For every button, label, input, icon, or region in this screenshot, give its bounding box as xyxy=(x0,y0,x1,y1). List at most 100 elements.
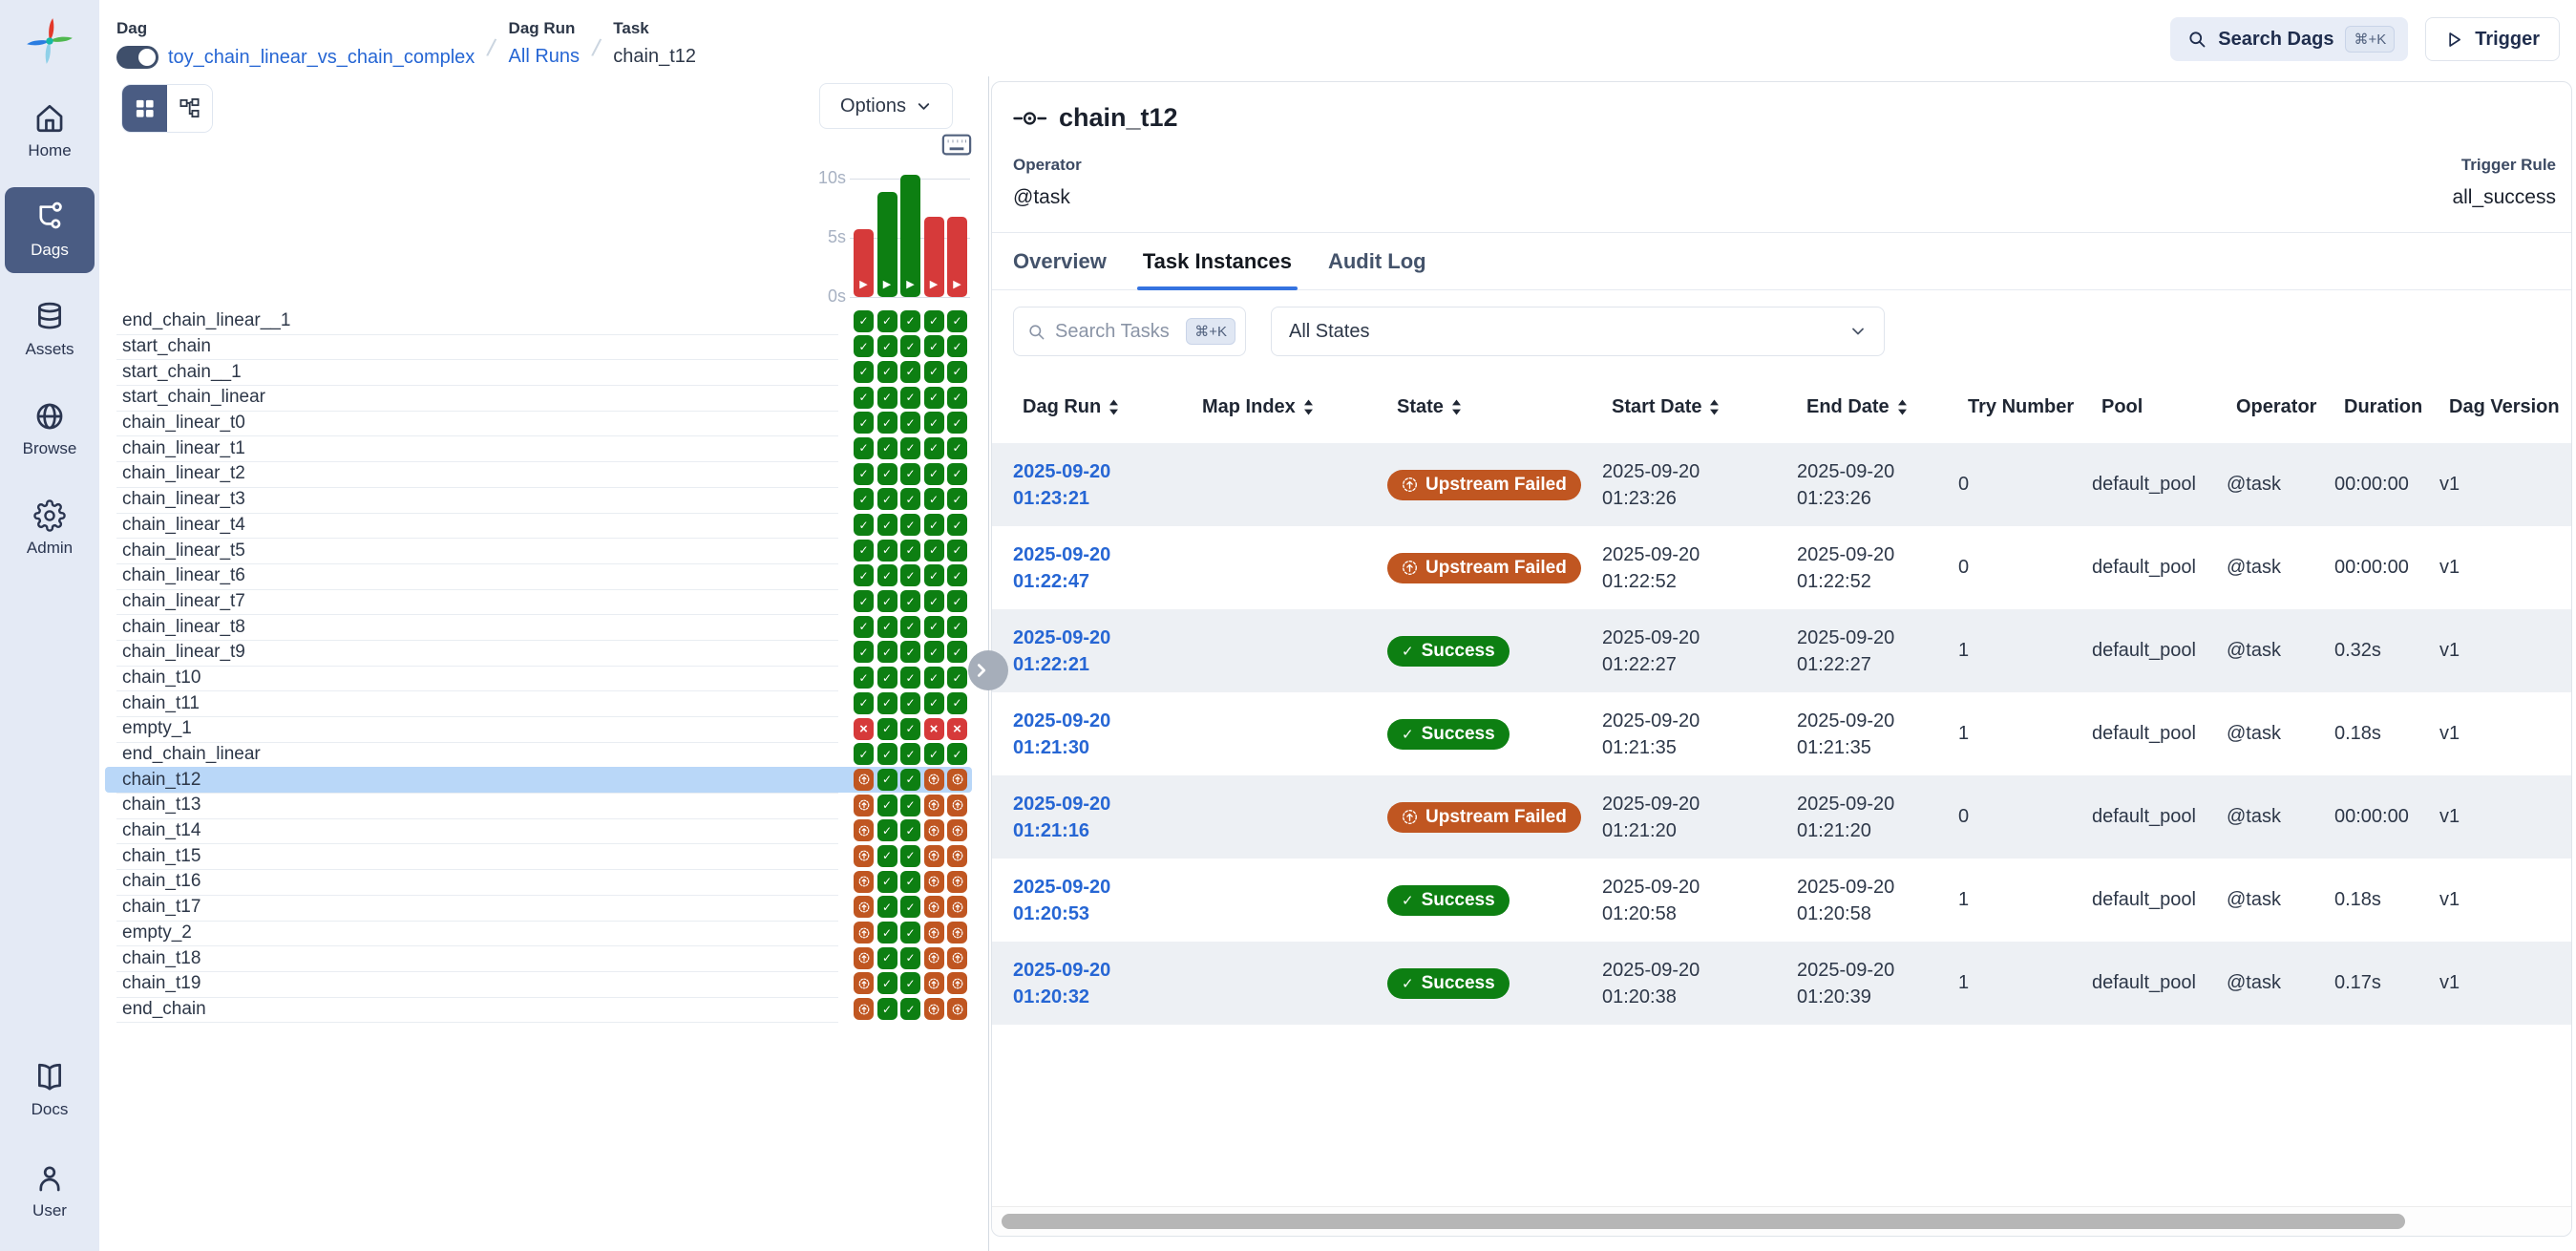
sidebar-item-docs[interactable]: Docs xyxy=(5,1047,95,1133)
task-instance-square[interactable]: ✓ xyxy=(877,540,897,562)
task-instance-square[interactable]: ✓ xyxy=(924,335,944,357)
task-row[interactable]: chain_linear_t4✓✓✓✓✓ xyxy=(105,513,972,539)
task-instance-square[interactable]: ✓ xyxy=(854,310,874,332)
task-row[interactable]: start_chain__1✓✓✓✓✓ xyxy=(105,359,972,385)
tab-overview[interactable]: Overview xyxy=(1013,233,1107,289)
task-instance-square[interactable]: ✓ xyxy=(877,692,897,714)
column-header-state[interactable]: State xyxy=(1397,396,1612,418)
task-instance-square[interactable]: ✓ xyxy=(924,590,944,612)
task-instance-square[interactable] xyxy=(924,819,944,841)
task-instance-square[interactable]: ✓ xyxy=(924,540,944,562)
dag-run-link[interactable]: 2025-09-2001:23:21 xyxy=(1013,458,1193,512)
task-instance-square[interactable] xyxy=(924,972,944,994)
task-instance-square[interactable]: ✓ xyxy=(924,437,944,459)
task-instance-square[interactable]: ✓ xyxy=(924,361,944,383)
task-instance-square[interactable]: ✓ xyxy=(900,514,920,536)
sidebar-item-home[interactable]: Home xyxy=(5,88,95,174)
task-instance-square[interactable]: ✓ xyxy=(854,743,874,765)
task-instance-square[interactable]: ✓ xyxy=(877,998,897,1020)
task-instance-square[interactable]: ✓ xyxy=(924,514,944,536)
task-instance-square[interactable] xyxy=(854,972,874,994)
task-instance-square[interactable]: ✓ xyxy=(900,641,920,663)
task-instance-square[interactable]: ✓ xyxy=(900,387,920,409)
dag-run-link[interactable]: 2025-09-2001:22:21 xyxy=(1013,625,1193,678)
task-row[interactable]: chain_linear_t1✓✓✓✓✓ xyxy=(105,435,972,461)
task-instance-square[interactable]: ✓ xyxy=(877,922,897,944)
task-instance-square[interactable]: ✓ xyxy=(900,412,920,434)
task-instance-square[interactable] xyxy=(947,845,967,867)
tab-task-instances[interactable]: Task Instances xyxy=(1143,233,1292,289)
sidebar-item-dags[interactable]: Dags xyxy=(5,187,95,273)
sidebar-item-browse[interactable]: Browse xyxy=(5,386,95,472)
task-instance-square[interactable]: ✓ xyxy=(854,488,874,510)
airflow-logo[interactable] xyxy=(0,0,99,82)
task-instance-square[interactable]: ✓ xyxy=(854,514,874,536)
task-instance-square[interactable]: ✓ xyxy=(877,947,897,969)
task-instance-square[interactable]: ✓ xyxy=(900,616,920,638)
task-row[interactable]: chain_linear_t7✓✓✓✓✓ xyxy=(105,589,972,615)
task-instance-square[interactable]: ✓ xyxy=(947,641,967,663)
task-instance-square[interactable]: ✓ xyxy=(924,310,944,332)
task-row[interactable]: chain_t16✓✓ xyxy=(105,869,972,895)
task-instance-square[interactable] xyxy=(947,769,967,791)
task-instance-square[interactable]: ✓ xyxy=(924,488,944,510)
task-instance-square[interactable]: ✓ xyxy=(877,387,897,409)
task-instance-square[interactable]: ✓ xyxy=(900,896,920,918)
task-row[interactable]: chain_t19✓✓ xyxy=(105,971,972,997)
task-instance-square[interactable]: ✓ xyxy=(900,667,920,689)
task-instance-square[interactable]: ✓ xyxy=(854,692,874,714)
task-instance-square[interactable]: ✓ xyxy=(877,641,897,663)
task-row[interactable]: chain_t18✓✓ xyxy=(105,945,972,971)
task-instance-square[interactable]: ✓ xyxy=(877,743,897,765)
task-instance-square[interactable]: ✓ xyxy=(854,335,874,357)
dag-run-bar[interactable]: ▶ xyxy=(854,229,874,297)
task-instance-square[interactable]: ✓ xyxy=(877,335,897,357)
task-instance-square[interactable]: ✓ xyxy=(900,692,920,714)
task-instance-square[interactable]: ✓ xyxy=(854,437,874,459)
task-row[interactable]: start_chain_linear✓✓✓✓✓ xyxy=(105,385,972,411)
task-row[interactable]: chain_linear_t9✓✓✓✓✓ xyxy=(105,640,972,666)
task-instance-square[interactable] xyxy=(947,896,967,918)
task-instance-square[interactable]: ✓ xyxy=(947,616,967,638)
task-instance-square[interactable]: ✓ xyxy=(877,590,897,612)
sort-icon[interactable] xyxy=(1303,399,1314,415)
task-instance-square[interactable]: × xyxy=(854,718,874,740)
task-instance-square[interactable]: ✓ xyxy=(947,310,967,332)
task-instance-square[interactable]: ✓ xyxy=(854,361,874,383)
task-instance-square[interactable]: ✓ xyxy=(900,819,920,841)
task-instance-square[interactable] xyxy=(854,998,874,1020)
dag-run-bar[interactable]: ▶ xyxy=(924,217,944,297)
task-instance-square[interactable]: ✓ xyxy=(877,896,897,918)
task-row[interactable]: chain_t10✓✓✓✓✓ xyxy=(105,666,972,691)
task-row[interactable]: chain_t14✓✓ xyxy=(105,818,972,844)
dag-run-bar[interactable]: ▶ xyxy=(877,192,897,297)
task-instance-square[interactable]: ✓ xyxy=(900,972,920,994)
task-instance-square[interactable]: ✓ xyxy=(900,922,920,944)
task-instance-square[interactable]: ✓ xyxy=(947,361,967,383)
task-row[interactable]: chain_t11✓✓✓✓✓ xyxy=(105,690,972,716)
task-instance-square[interactable]: × xyxy=(947,718,967,740)
dag-pause-toggle[interactable] xyxy=(116,46,158,69)
task-instance-square[interactable]: ✓ xyxy=(947,488,967,510)
all-runs-link[interactable]: All Runs xyxy=(509,46,580,68)
task-instance-square[interactable] xyxy=(854,871,874,893)
column-header-start-date[interactable]: Start Date xyxy=(1612,396,1806,418)
column-header-dag-run[interactable]: Dag Run xyxy=(1023,396,1202,418)
task-instance-square[interactable]: ✓ xyxy=(924,641,944,663)
task-instance-square[interactable]: ✓ xyxy=(924,667,944,689)
task-instance-square[interactable]: ✓ xyxy=(947,540,967,562)
task-row[interactable]: chain_linear_t3✓✓✓✓✓ xyxy=(105,487,972,513)
task-instance-square[interactable]: ✓ xyxy=(924,692,944,714)
task-instance-square[interactable] xyxy=(947,947,967,969)
task-instance-square[interactable]: ✓ xyxy=(854,540,874,562)
task-instance-square[interactable]: ✓ xyxy=(924,412,944,434)
task-instance-square[interactable]: ✓ xyxy=(900,998,920,1020)
task-instance-square[interactable]: ✓ xyxy=(900,564,920,586)
task-instance-square[interactable] xyxy=(924,871,944,893)
task-instance-square[interactable]: ✓ xyxy=(900,540,920,562)
task-instance-square[interactable]: ✓ xyxy=(854,667,874,689)
task-instance-square[interactable]: ✓ xyxy=(900,845,920,867)
task-instance-square[interactable]: ✓ xyxy=(877,972,897,994)
task-instance-square[interactable] xyxy=(854,947,874,969)
dag-run-link[interactable]: 2025-09-2001:21:30 xyxy=(1013,708,1193,761)
